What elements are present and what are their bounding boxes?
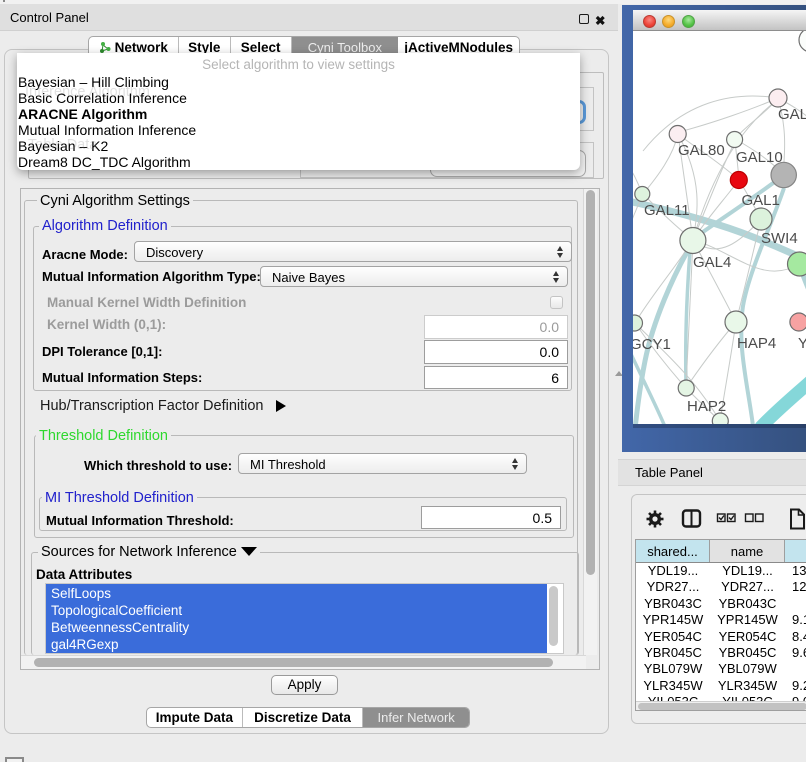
svg-text:HAP4: HAP4 — [737, 335, 776, 352]
svg-text:SWI4: SWI4 — [761, 230, 798, 247]
svg-text:GAL: GAL — [778, 106, 806, 123]
svg-text:GAL10: GAL10 — [736, 149, 783, 166]
svg-text:Y: Y — [798, 335, 806, 352]
svg-text:GAL11: GAL11 — [644, 202, 690, 219]
svg-text:GAL1: GAL1 — [742, 192, 780, 209]
svg-text:GAL4: GAL4 — [693, 254, 731, 271]
svg-text:GCY1: GCY1 — [633, 336, 671, 353]
svg-text:GAL80: GAL80 — [678, 142, 725, 159]
svg-text:HAP2: HAP2 — [687, 398, 726, 415]
